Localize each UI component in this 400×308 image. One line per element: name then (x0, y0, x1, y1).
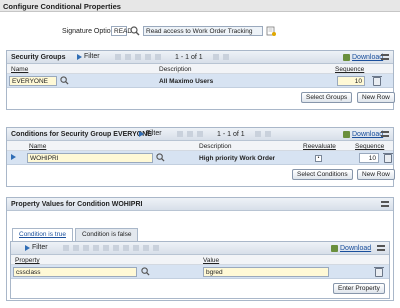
download-icon (331, 245, 338, 252)
tab-condition-true[interactable]: Condition is true (12, 228, 73, 241)
column-sequence[interactable]: Sequence (355, 143, 384, 150)
security-groups-header: Security Groups Filter 1 - 1 of 1 Downlo… (7, 51, 393, 64)
table-row[interactable]: EVERYONE All Maximo Users 10 (7, 74, 393, 88)
filter-triangle-icon (139, 130, 144, 137)
pagination-controls[interactable] (115, 54, 161, 60)
property-values-title: Property Values for Condition WOHIPRI (11, 201, 143, 208)
signature-description-field[interactable]: Read access to Work Order Tracking (143, 26, 263, 36)
search-icon[interactable] (156, 153, 165, 162)
trash-icon[interactable] (374, 267, 384, 277)
condition-name-field[interactable]: WOHIPRI (27, 153, 153, 163)
filter-button[interactable]: Filter (25, 244, 48, 251)
security-groups-panel: Security Groups Filter 1 - 1 of 1 Downlo… (6, 50, 395, 110)
column-property[interactable]: Property (15, 257, 40, 264)
group-description: All Maximo Users (159, 78, 214, 85)
conditions-column-header: Name Description Reevaluate Sequence (7, 141, 393, 151)
select-conditions-button[interactable]: Select Conditions (292, 169, 353, 180)
property-values-button-bar: Enter Property (11, 279, 389, 297)
filter-triangle-icon (77, 53, 82, 60)
filter-button[interactable]: Filter (139, 130, 162, 137)
table-row[interactable]: WOHIPRI High priority Work Order • 10 (7, 151, 393, 165)
trash-icon[interactable] (372, 76, 382, 86)
column-name[interactable]: Name (11, 66, 28, 73)
value-field[interactable]: bgred (203, 267, 329, 277)
property-field[interactable]: cssclass (13, 267, 137, 277)
column-name[interactable]: Name (29, 143, 46, 150)
panel-menu-icon[interactable] (381, 131, 389, 137)
conditions-title: Conditions for Security Group EVERYONE (11, 131, 152, 138)
column-reevaluate[interactable]: Reevaluate (303, 143, 336, 150)
pagination-next-controls[interactable] (255, 131, 271, 137)
download-link[interactable]: Download (331, 245, 371, 252)
conditions-button-bar: Select Conditions New Row (7, 165, 395, 185)
panel-menu-icon[interactable] (381, 201, 389, 207)
property-values-header: Property Values for Condition WOHIPRI (7, 198, 393, 211)
panel-menu-icon[interactable] (381, 54, 389, 60)
pagination-controls[interactable] (177, 131, 203, 137)
long-description-icon[interactable] (266, 26, 276, 36)
conditions-panel: Conditions for Security Group EVERYONE F… (6, 127, 395, 187)
pagination-next-controls[interactable] (213, 54, 229, 60)
search-icon[interactable] (130, 26, 140, 36)
security-groups-title: Security Groups (11, 54, 66, 61)
condition-tabs: Condition is true Condition is false (12, 228, 140, 241)
signature-option-field[interactable]: READ (111, 26, 132, 36)
new-row-button[interactable]: New Row (357, 92, 395, 103)
new-row-button[interactable]: New Row (357, 169, 395, 180)
sequence-field[interactable]: 10 (337, 76, 365, 86)
security-groups-column-header: Name Description Sequence (7, 64, 393, 74)
row-expand-icon[interactable] (11, 154, 16, 160)
column-value[interactable]: Value (203, 257, 219, 264)
column-description: Description (199, 143, 232, 150)
download-icon (343, 54, 350, 61)
security-groups-button-bar: Select Groups New Row (7, 88, 395, 108)
signature-option-row: Signature Option: READ Read access to Wo… (0, 26, 400, 38)
reevaluate-checkbox[interactable]: • (315, 155, 322, 162)
trash-icon[interactable] (383, 153, 393, 163)
row-range: 1 - 1 of 1 (217, 131, 245, 138)
select-groups-button[interactable]: Select Groups (301, 92, 353, 103)
row-range: 1 - 1 of 1 (175, 54, 203, 61)
dialog-title: Configure Conditional Properties (0, 0, 400, 12)
download-link[interactable]: Download (343, 131, 383, 138)
filter-button[interactable]: Filter (77, 53, 100, 60)
filter-triangle-icon (25, 244, 30, 251)
download-icon (343, 131, 350, 138)
property-values-table-header: Filter Download (11, 242, 389, 255)
conditions-header: Conditions for Security Group EVERYONE F… (7, 128, 393, 141)
tab-condition-false[interactable]: Condition is false (74, 228, 139, 241)
search-icon[interactable] (60, 76, 69, 85)
sequence-field[interactable]: 10 (359, 153, 379, 163)
condition-description: High priority Work Order (199, 155, 276, 162)
column-description: Description (159, 66, 192, 73)
property-values-column-header: Property Value (11, 255, 389, 265)
table-row[interactable]: cssclass bgred (11, 265, 389, 279)
download-link[interactable]: Download (343, 54, 383, 61)
signature-option-label: Signature Option: (62, 28, 117, 35)
group-name-field[interactable]: EVERYONE (9, 76, 57, 86)
enter-property-button[interactable]: Enter Property (333, 283, 385, 294)
column-sequence[interactable]: Sequence (335, 66, 364, 73)
property-values-table: Filter Download Property Value cssclass … (10, 241, 390, 299)
panel-menu-icon[interactable] (377, 245, 385, 251)
search-icon[interactable] (141, 267, 150, 276)
pagination-controls[interactable] (63, 245, 159, 251)
